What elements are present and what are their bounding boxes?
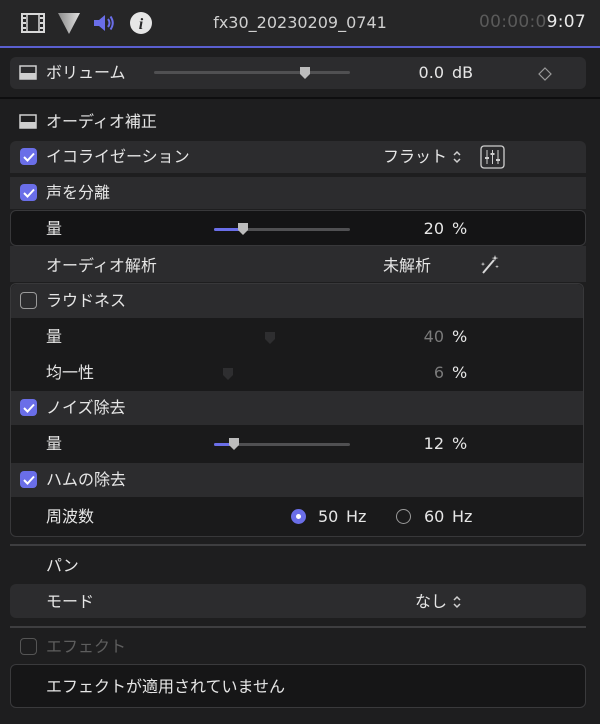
magic-wand-icon[interactable] bbox=[477, 254, 501, 276]
effects-empty-message: エフェクトが適用されていません bbox=[46, 677, 286, 696]
loudness-label: ラウドネス bbox=[46, 291, 127, 310]
noise-removal-value[interactable]: 12 bbox=[400, 434, 444, 454]
effects-label: エフェクト bbox=[46, 637, 127, 656]
equalization-label: イコライゼーション bbox=[46, 147, 190, 166]
loudness-checkbox[interactable] bbox=[20, 292, 37, 309]
frequency-label: 周波数 bbox=[46, 507, 95, 526]
inspector-header: i fx30_20230209_0741 00:00:09:07 bbox=[0, 0, 600, 46]
video-triangle-icon[interactable] bbox=[56, 10, 82, 36]
info-icon[interactable]: i bbox=[128, 10, 154, 36]
audio-analysis-status: 未解析 bbox=[383, 256, 432, 275]
divider bbox=[10, 626, 586, 628]
frequency-50hz-radio[interactable] bbox=[291, 509, 306, 524]
noise-removal-slider-thumb[interactable] bbox=[228, 436, 240, 450]
volume-slider[interactable] bbox=[154, 71, 350, 74]
equalization-checkbox[interactable] bbox=[20, 148, 37, 165]
volume-slider-thumb[interactable] bbox=[299, 65, 311, 79]
loudness-uniformity-slider-thumb[interactable] bbox=[222, 366, 234, 380]
divider bbox=[10, 544, 586, 546]
frequency-50-value[interactable]: 50 bbox=[318, 507, 338, 527]
frequency-60hz-radio[interactable] bbox=[396, 509, 411, 524]
clip-name: fx30_20230209_0741 bbox=[213, 13, 387, 32]
voice-isolation-label: 声を分離 bbox=[46, 183, 111, 202]
svg-text:i: i bbox=[139, 16, 144, 33]
percent-unit: % bbox=[452, 434, 468, 453]
noise-removal-amount-label: 量 bbox=[46, 434, 63, 453]
percent-unit: % bbox=[452, 363, 468, 382]
frequency-50-unit: Hz bbox=[346, 507, 367, 526]
loudness-amount-value[interactable]: 40 bbox=[400, 327, 444, 347]
volume-value[interactable]: 0.0 bbox=[370, 63, 444, 83]
header-accent-line bbox=[0, 46, 600, 48]
pan-mode-dropdown[interactable]: なし bbox=[415, 592, 447, 612]
noise-removal-checkbox[interactable] bbox=[20, 399, 37, 416]
equalizer-icon[interactable] bbox=[480, 145, 505, 169]
speaker-icon[interactable] bbox=[91, 10, 117, 36]
hum-removal-checkbox[interactable] bbox=[20, 471, 37, 488]
dropdown-chevron-icon[interactable] bbox=[452, 149, 462, 165]
percent-unit: % bbox=[452, 327, 468, 346]
audio-analysis-label: オーディオ解析 bbox=[46, 256, 157, 275]
dropdown-chevron-icon[interactable] bbox=[452, 594, 462, 610]
hum-removal-label: ハムの除去 bbox=[46, 470, 127, 489]
loudness-uniformity-value[interactable]: 6 bbox=[400, 363, 444, 383]
voice-isolation-slider-thumb[interactable] bbox=[237, 221, 249, 235]
voice-isolation-checkbox[interactable] bbox=[20, 184, 37, 201]
frequency-60-unit: Hz bbox=[452, 507, 473, 526]
section-toggle-icon[interactable] bbox=[19, 65, 37, 80]
timecode: 00:00:09:07 bbox=[478, 12, 586, 32]
loudness-uniformity-label: 均一性 bbox=[46, 363, 95, 382]
pan-title: パン bbox=[46, 556, 79, 575]
voice-isolation-value[interactable]: 20 bbox=[400, 219, 444, 239]
audio-enhance-title: オーディオ補正 bbox=[46, 112, 157, 131]
divider bbox=[0, 97, 600, 99]
frequency-60-value[interactable]: 60 bbox=[424, 507, 444, 527]
pan-mode-label: モード bbox=[46, 592, 95, 611]
noise-removal-label: ノイズ除去 bbox=[46, 398, 126, 417]
keyframe-diamond-icon[interactable] bbox=[538, 66, 552, 81]
section-toggle-icon[interactable] bbox=[19, 114, 37, 129]
pan-mode-row bbox=[10, 584, 586, 618]
effects-checkbox[interactable] bbox=[20, 638, 37, 655]
film-icon[interactable] bbox=[20, 10, 46, 36]
loudness-amount-slider-thumb[interactable] bbox=[264, 330, 276, 344]
volume-unit: dB bbox=[452, 63, 474, 82]
percent-unit: % bbox=[452, 219, 468, 238]
volume-label: ボリューム bbox=[46, 63, 126, 82]
equalization-dropdown[interactable]: フラット bbox=[383, 147, 447, 167]
voice-isolation-amount-label: 量 bbox=[46, 219, 63, 238]
loudness-amount-label: 量 bbox=[46, 327, 63, 346]
